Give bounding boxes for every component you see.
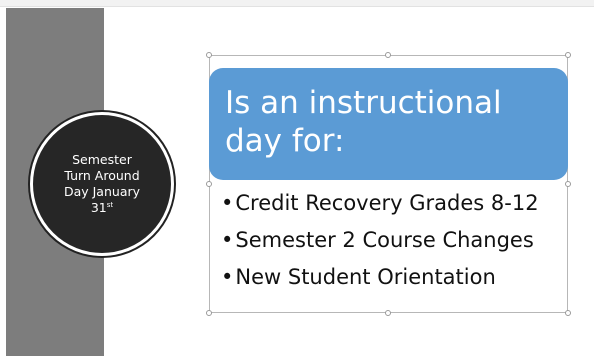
resize-handle-bottom-right[interactable] [565,310,571,316]
bullet-text: Credit Recovery Grades 8-12 [235,191,539,215]
badge-line-3: Day January [63,184,141,199]
bullet-dot: • [221,191,234,215]
bullet-text: New Student Orientation [235,265,496,289]
resize-handle-bottom-left[interactable] [206,310,212,316]
bullet-item: •Credit Recovery Grades 8-12 [221,185,566,222]
badge-line-2: Turn Around [64,168,140,183]
bullet-item: •Semester 2 Course Changes [221,222,566,259]
bullet-text: Semester 2 Course Changes [235,228,534,252]
resize-handle-top[interactable] [385,52,391,58]
resize-handle-top-left[interactable] [206,52,212,58]
bullet-dot: • [221,228,234,252]
bullet-list[interactable]: •Credit Recovery Grades 8-12 •Semester 2… [221,185,566,296]
bullet-item: •New Student Orientation [221,259,566,296]
badge-day-suffix: st [106,200,114,209]
badge-day: 31 [90,200,107,215]
resize-handle-bottom[interactable] [385,310,391,316]
bullet-dot: • [221,265,234,289]
slide: Semester Turn Around Day January 31st Is… [0,0,594,356]
date-badge-text: Semester Turn Around Day January 31st [52,152,152,216]
badge-line-1: Semester [72,152,132,167]
slide-title: Is an instructional day for: [225,85,502,159]
date-badge-circle: Semester Turn Around Day January 31st [30,112,174,256]
top-divider [0,0,594,7]
resize-handle-left[interactable] [206,181,212,187]
resize-handle-top-right[interactable] [565,52,571,58]
title-box[interactable]: Is an instructional day for: [209,68,568,180]
badge-line-4: 31st [52,200,152,216]
